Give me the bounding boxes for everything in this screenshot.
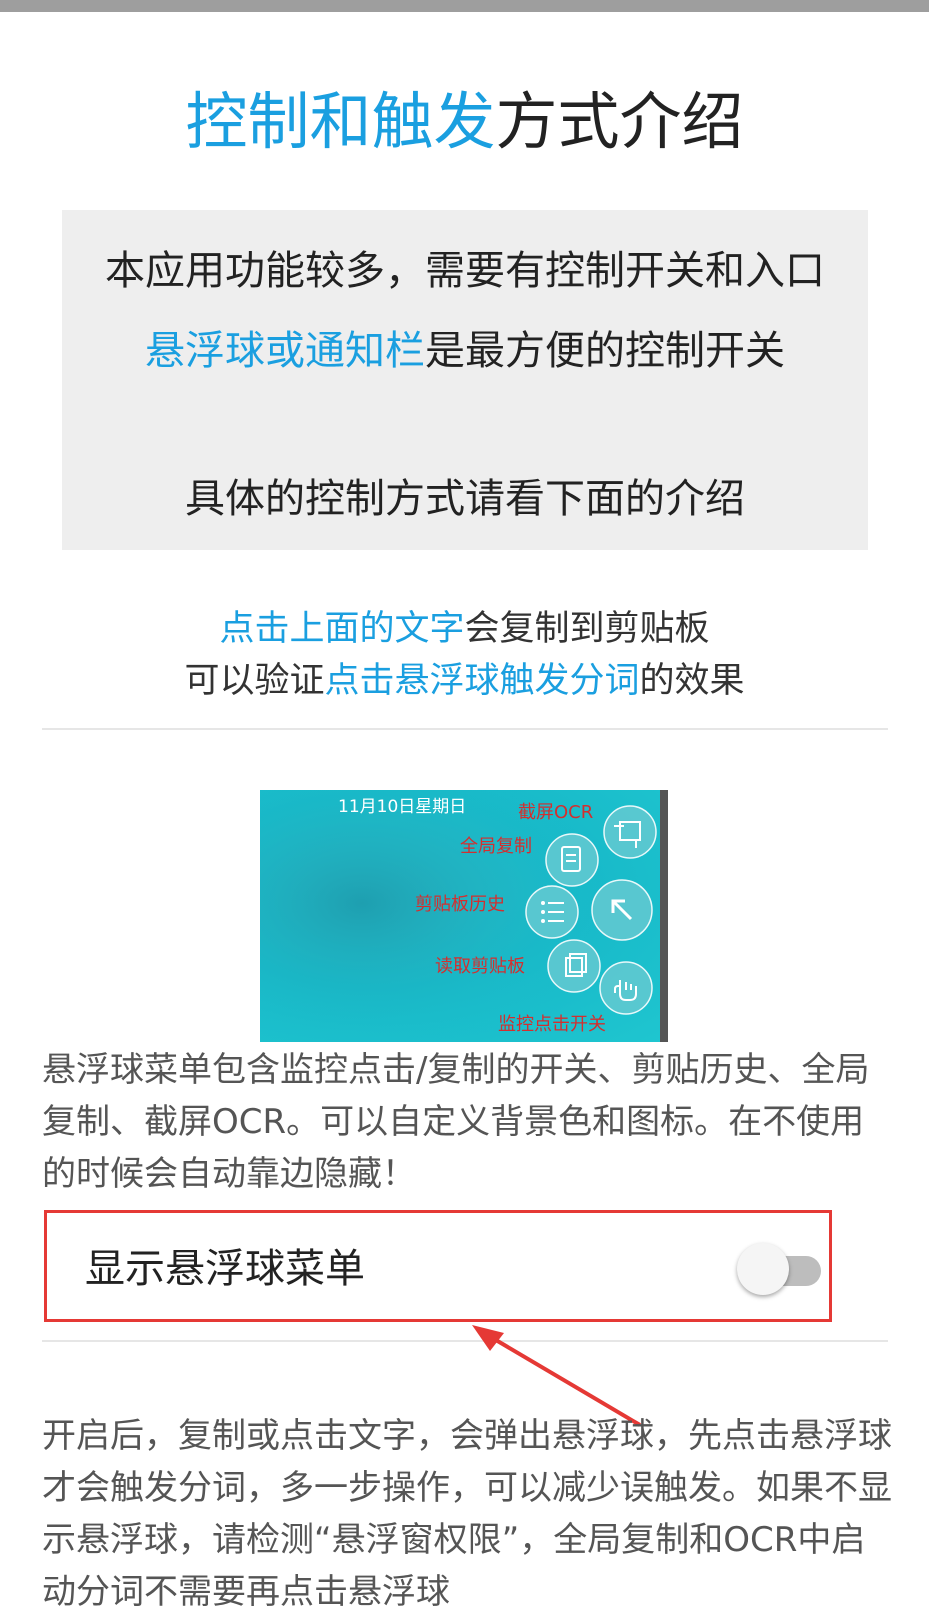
page-title: 控制和触发方式介绍 <box>0 80 929 164</box>
label-ocr: 截屏OCR <box>518 802 593 823</box>
screenshot-date: 11月10日星期日 <box>338 797 466 817</box>
hand-pointer-icon <box>599 961 653 1015</box>
arrow-collapse-icon <box>591 879 653 941</box>
title-rest: 方式介绍 <box>495 85 744 158</box>
intro-line-2-highlight: 悬浮球或通知栏 <box>145 328 425 374</box>
divider <box>42 728 888 730</box>
show-floating-menu-switch[interactable] <box>737 1241 833 1297</box>
status-bar <box>0 0 929 12</box>
hint-line-2-prefix: 可以验证 <box>184 661 325 701</box>
copy-doc-icon <box>545 833 599 887</box>
intro-line-2[interactable]: 悬浮球或通知栏是最方便的控制开关 <box>62 318 868 376</box>
label-global-copy: 全局复制 <box>460 836 532 857</box>
intro-line-1[interactable]: 本应用功能较多，需要有控制开关和入口 <box>62 238 868 296</box>
floating-menu-description: 悬浮球菜单包含监控点击/复制的开关、剪贴历史、全局复制、截屏OCR。可以自定义背… <box>42 1050 870 1194</box>
intro-box: 本应用功能较多，需要有控制开关和入口 悬浮球或通知栏是最方便的控制开关 具体的控… <box>62 210 868 550</box>
floating-menu-screenshot: 11月10日星期日 截屏OCR 全局复制 剪贴板历史 读取剪贴板 监控点击开关 <box>260 790 668 1042</box>
hint-line-2-highlight: 点击悬浮球触发分词 <box>324 661 640 701</box>
hint-line-2-suffix: 的效果 <box>639 661 745 701</box>
intro-line-3[interactable]: 具体的控制方式请看下面的介绍 <box>62 466 868 524</box>
crop-icon <box>603 805 657 859</box>
hint-line-1[interactable]: 点击上面的文字会复制到剪贴板 <box>0 600 929 651</box>
show-floating-menu-row[interactable]: 显示悬浮球菜单 <box>44 1210 832 1322</box>
hint-line-1-highlight: 点击上面的文字 <box>219 609 465 649</box>
label-read-clipboard: 读取剪贴板 <box>435 956 525 977</box>
clipboard-icon <box>547 939 601 993</box>
hint-line-1-rest: 会复制到剪贴板 <box>464 609 710 649</box>
label-monitor-toggle: 监控点击开关 <box>498 1014 606 1035</box>
hint-line-2[interactable]: 可以验证点击悬浮球触发分词的效果 <box>0 652 929 703</box>
divider <box>42 1340 888 1342</box>
switch-thumb <box>737 1243 789 1295</box>
floating-ball-explanation: 开启后，复制或点击文字，会弹出悬浮球，先点击悬浮球才会触发分词，多一步操作，可以… <box>42 1416 892 1612</box>
label-clipboard-history: 剪贴板历史 <box>415 894 505 915</box>
intro-line-2-rest: 是最方便的控制开关 <box>425 328 785 374</box>
list-icon <box>525 885 579 939</box>
title-highlight: 控制和触发 <box>185 85 496 158</box>
show-floating-menu-label: 显示悬浮球菜单 <box>85 1246 365 1292</box>
